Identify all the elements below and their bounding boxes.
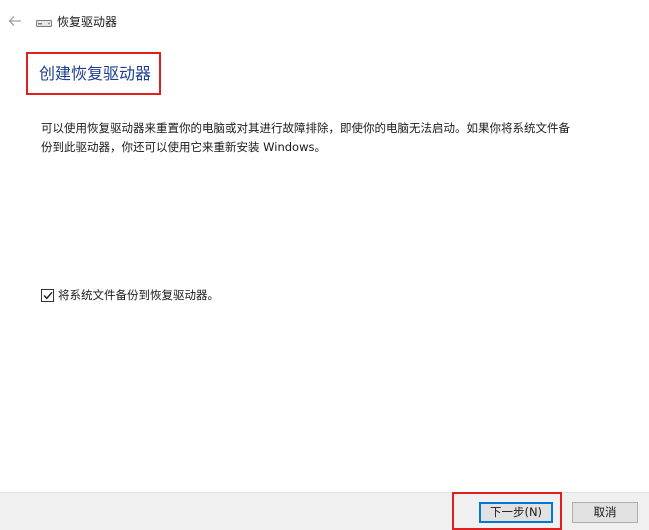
- backup-system-files-option[interactable]: 将系统文件备份到恢复驱动器。: [41, 287, 219, 303]
- backup-system-files-checkbox[interactable]: [41, 288, 54, 302]
- window-title: 恢复驱动器: [57, 15, 118, 29]
- description-text: 可以使用恢复驱动器来重置你的电脑或对其进行故障排除，即使你的电脑无法启动。如果你…: [41, 121, 570, 154]
- page-title: 创建恢复驱动器: [39, 64, 152, 83]
- next-button[interactable]: 下一步(N): [479, 502, 553, 523]
- title-bar: 恢复驱动器: [0, 0, 649, 44]
- cancel-button[interactable]: 取消: [572, 502, 638, 523]
- backup-system-files-label: 将系统文件备份到恢复驱动器。: [58, 288, 219, 302]
- recovery-drive-window: 恢复驱动器 创建恢复驱动器 可以使用恢复驱动器来重置你的电脑或对其进行故障排除，…: [0, 0, 649, 530]
- drive-icon: [36, 20, 52, 27]
- back-button[interactable]: [6, 12, 24, 30]
- back-arrow-icon: [8, 16, 21, 26]
- checkmark-icon: [43, 291, 53, 299]
